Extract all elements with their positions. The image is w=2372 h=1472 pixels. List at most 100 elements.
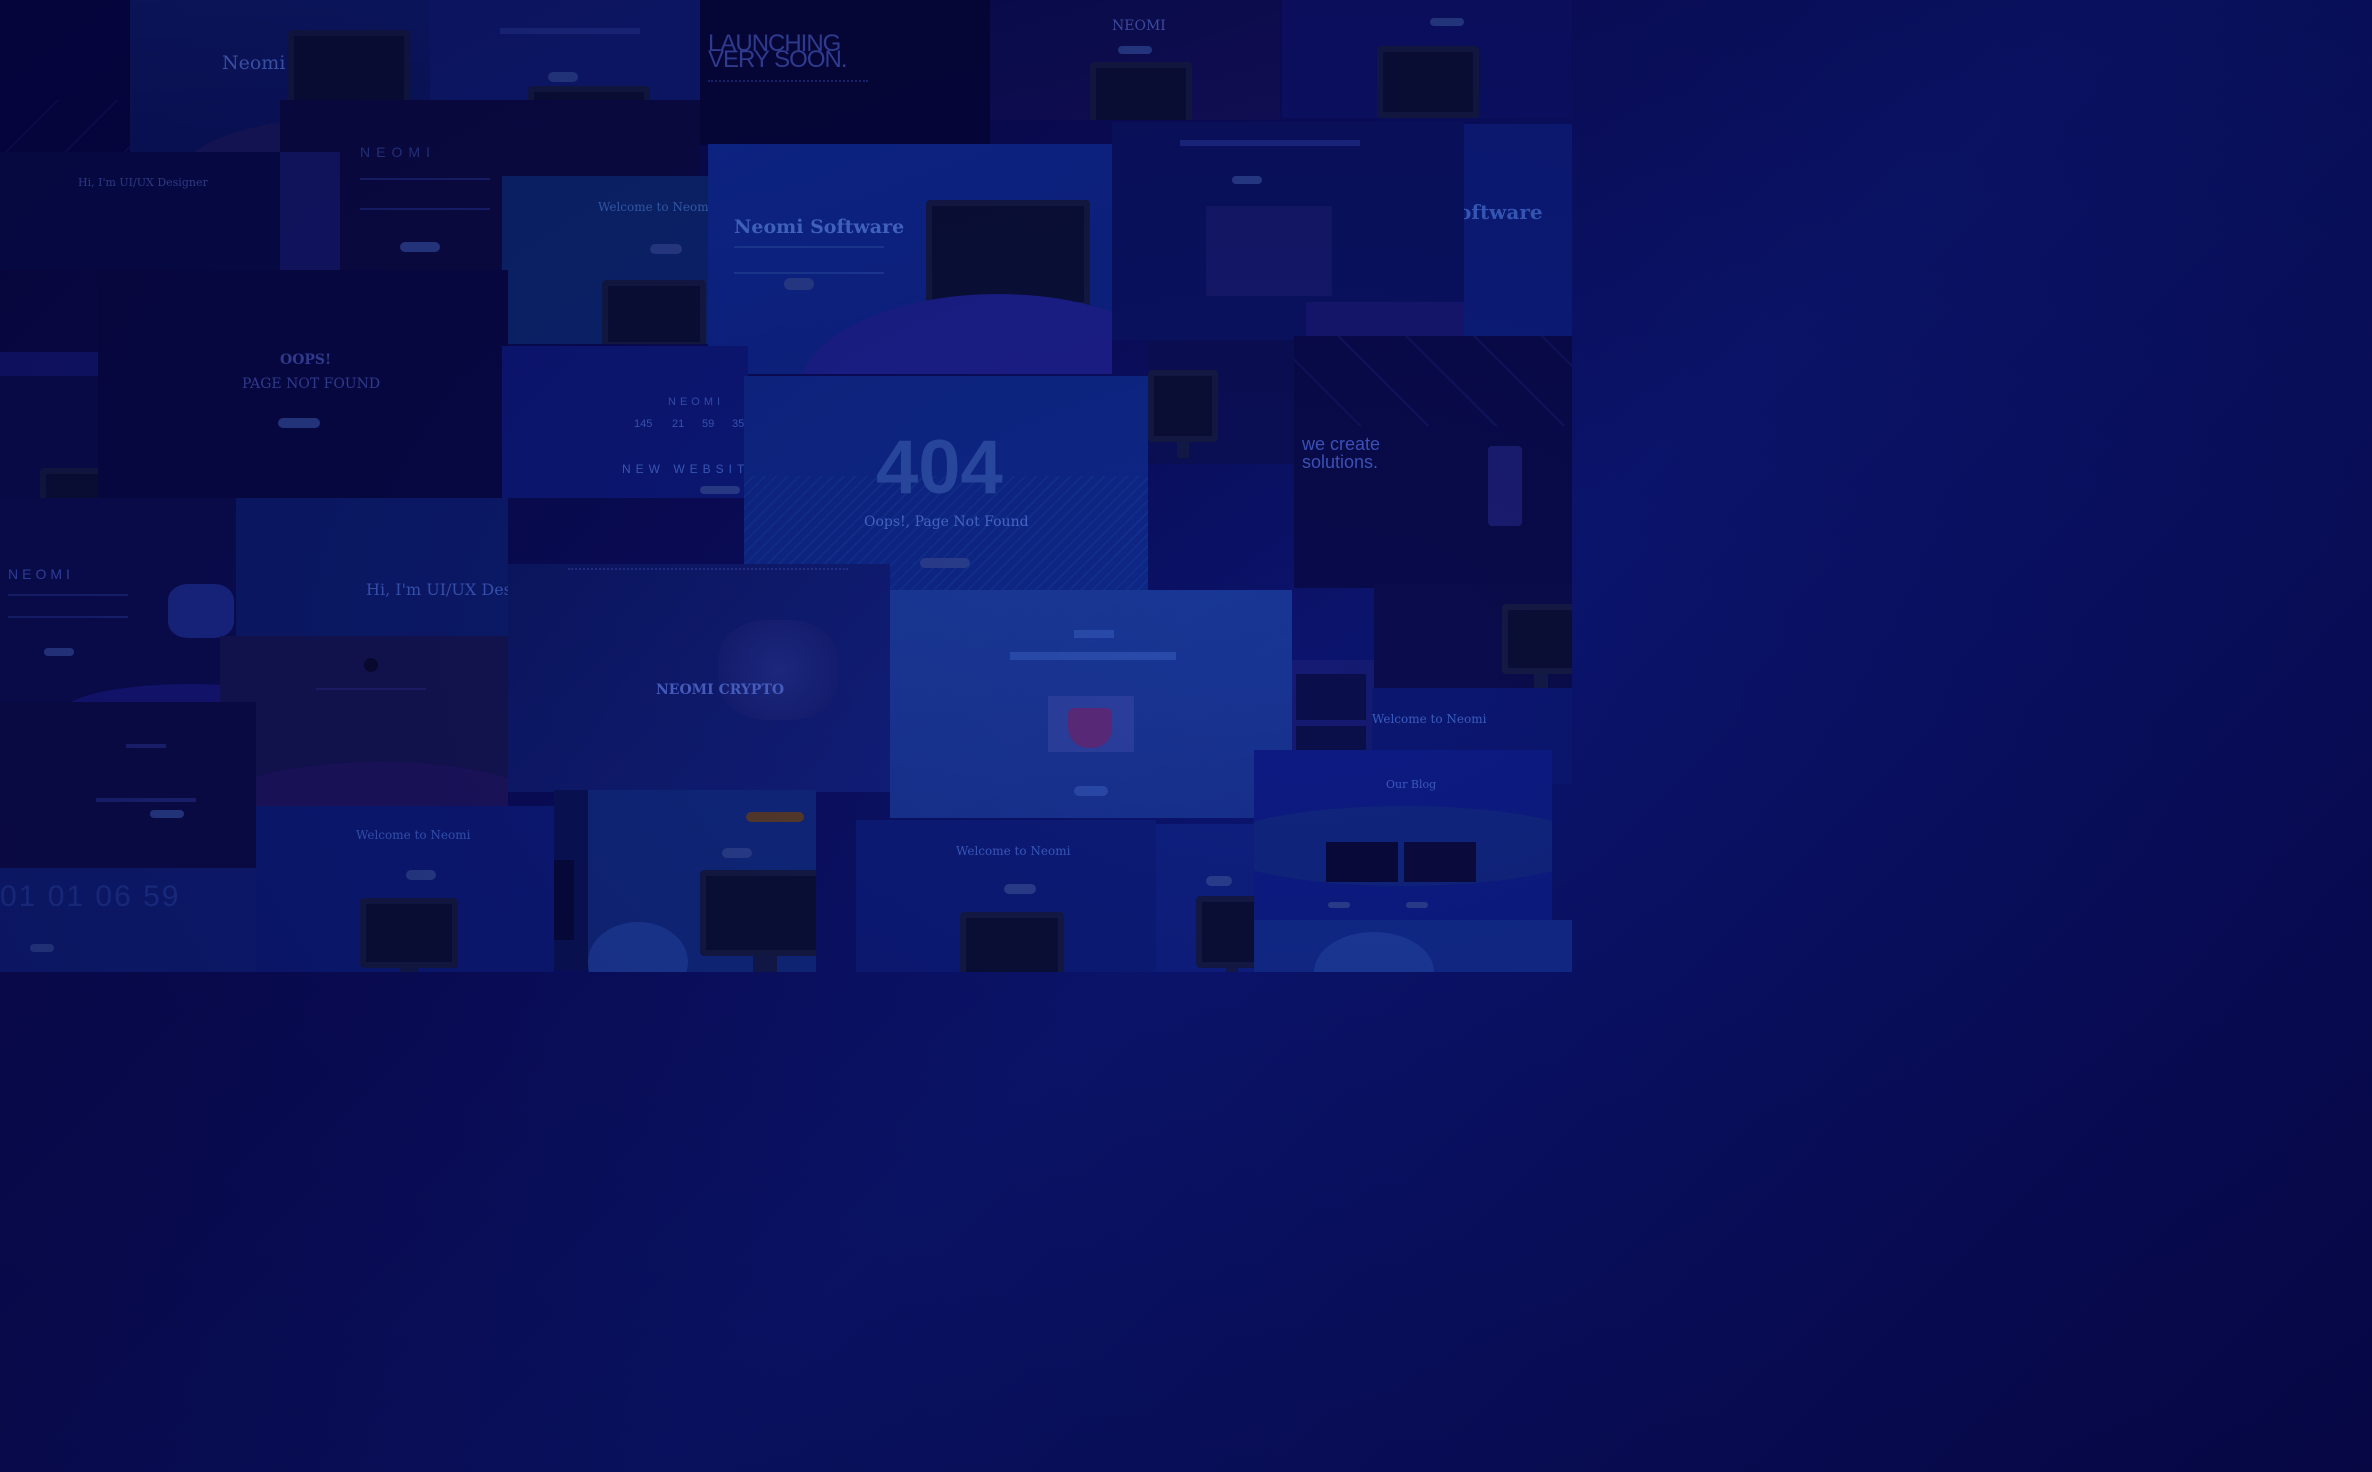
tile-neomi-top-right: NEOMI bbox=[990, 0, 1280, 120]
monitor-image bbox=[528, 86, 650, 100]
tile-profile-mid bbox=[220, 636, 508, 806]
tile-we-create: we create solutions. bbox=[1294, 336, 1572, 588]
tile-button bbox=[1406, 902, 1428, 908]
decorative-wave bbox=[220, 762, 508, 806]
countdown-hours: 21 bbox=[672, 418, 685, 430]
monitor-image bbox=[1148, 370, 1218, 458]
tile-welcome-bottom-center: Welcome to Neomi bbox=[856, 820, 1156, 972]
tile-button bbox=[1328, 902, 1350, 908]
countdown-logo-line bbox=[126, 744, 166, 748]
tile-uiux-top-left: Hi, I'm UI/UX Designer bbox=[0, 152, 280, 270]
tile-right-gray-strip bbox=[1306, 302, 1464, 336]
tile-bottom-right-monitor bbox=[1156, 824, 1254, 972]
heading-line bbox=[1180, 140, 1360, 146]
tile-title: NEOMI CRYPTO bbox=[656, 682, 785, 698]
launching-line2: VERY SOON. bbox=[708, 46, 847, 73]
monitor-image bbox=[700, 870, 816, 972]
tile-right-mid-grid bbox=[1292, 660, 1374, 750]
tile-title: Neomi Software bbox=[734, 216, 905, 238]
tile-button bbox=[650, 244, 682, 254]
decorative-wave bbox=[60, 684, 236, 702]
monitor-image bbox=[960, 912, 1064, 972]
tile-header-banner bbox=[430, 0, 700, 100]
tile-button bbox=[920, 558, 970, 568]
gallery-image bbox=[1296, 674, 1366, 720]
tile-neomi-crypto: NEOMI CRYPTO bbox=[508, 564, 890, 792]
countdown-logo: NEOMI bbox=[668, 396, 725, 408]
tile-button bbox=[278, 418, 320, 428]
tile-welcome-bottom-left: Welcome to Neomi bbox=[256, 806, 554, 972]
tile-button bbox=[150, 810, 184, 818]
countdown-dashes bbox=[708, 80, 868, 96]
error-message: Oops!, Page Not Found bbox=[864, 514, 1029, 530]
tile-title: Welcome to Neomi bbox=[598, 200, 708, 214]
tile-title: oftware bbox=[1464, 200, 1543, 224]
countdown-days: 145 bbox=[634, 418, 653, 430]
countdown-seconds: 35 bbox=[732, 418, 745, 430]
tile-button bbox=[784, 278, 814, 290]
text-lines bbox=[734, 246, 884, 274]
neomi-logo: NEOMI bbox=[360, 144, 436, 160]
countdown-numbers: 01 01 06 59 bbox=[0, 880, 181, 913]
header-stripe bbox=[0, 352, 98, 376]
blog-card bbox=[1404, 842, 1476, 882]
tile-bottom-partial bbox=[554, 790, 588, 970]
neomi-logo: NEOMI bbox=[8, 566, 74, 582]
tile-title: Hi, I'm UI/UX Designer bbox=[78, 176, 208, 189]
tile-button bbox=[30, 944, 54, 952]
monitor-image bbox=[360, 898, 458, 972]
monitor-image bbox=[1377, 46, 1479, 118]
tile-title: Hi, I'm UI/UX Designer bbox=[366, 580, 508, 599]
tile-neomi-logo-left: NEOMI bbox=[0, 498, 236, 702]
tile-title: Welcome to Neomi bbox=[956, 844, 1071, 858]
tile-our-blog: Our Blog bbox=[1254, 750, 1552, 920]
countdown-minutes: 59 bbox=[702, 418, 715, 430]
oops-line1: OOPS! bbox=[280, 352, 332, 368]
decorative-wave bbox=[1254, 806, 1552, 886]
subheading-line bbox=[1010, 652, 1176, 660]
illustration-red bbox=[1068, 708, 1112, 748]
text-lines bbox=[316, 688, 426, 700]
monitor-image bbox=[926, 200, 1090, 324]
tile-title: NEOMI bbox=[1112, 18, 1166, 34]
tile-button bbox=[406, 870, 436, 880]
tile-bottom-right-corner bbox=[1254, 920, 1572, 972]
tile-error-404: 404 Oops!, Page Not Found bbox=[744, 376, 1148, 590]
text-lines bbox=[360, 178, 490, 210]
tile-button bbox=[1430, 18, 1464, 26]
tile-button bbox=[1206, 876, 1232, 886]
gallery-image bbox=[1296, 726, 1366, 750]
tile-oops: OOPS! PAGE NOT FOUND bbox=[98, 270, 508, 498]
tile-button bbox=[700, 486, 740, 494]
tile-software-right: oftware bbox=[1464, 124, 1572, 340]
tile-light-mid-right bbox=[890, 590, 1292, 818]
tile-title: Welcome to Neomi bbox=[1372, 712, 1487, 726]
tile-clouds-bottom bbox=[588, 790, 816, 972]
we-create-line2: solutions. bbox=[1302, 452, 1379, 472]
decorative-wave bbox=[798, 294, 1112, 374]
tile-title: Welcome to Neomi bbox=[356, 828, 471, 842]
tile-button bbox=[1232, 176, 1262, 184]
tile-top-right-corner bbox=[1282, 0, 1572, 118]
text-lines bbox=[8, 594, 128, 618]
tile-button bbox=[548, 72, 578, 82]
tile-neomi-software-center: Neomi Software bbox=[708, 144, 1112, 374]
heading-line bbox=[1074, 630, 1114, 638]
tile-title: Our Blog bbox=[1386, 778, 1437, 791]
monitor-image bbox=[288, 30, 410, 124]
error-code: 404 bbox=[876, 425, 1003, 510]
logo-graphic bbox=[168, 584, 234, 638]
tile-right-mid-dark bbox=[1148, 340, 1306, 464]
tile-stripe bbox=[280, 152, 340, 270]
tile-button bbox=[746, 812, 804, 822]
phone-image bbox=[1488, 446, 1522, 526]
monitor-image bbox=[1090, 62, 1192, 120]
tile-right-software-dark bbox=[1374, 584, 1572, 688]
tile-launching: LAUNCHING VERY SOON. bbox=[700, 0, 990, 145]
tile-welcome-center: Welcome to Neomi bbox=[502, 176, 708, 344]
image-block bbox=[554, 860, 574, 940]
tile-button bbox=[44, 648, 74, 656]
new-website-text: NEW WEBSIT bbox=[622, 462, 748, 476]
avatar bbox=[364, 658, 378, 672]
new-website-line bbox=[96, 798, 196, 802]
